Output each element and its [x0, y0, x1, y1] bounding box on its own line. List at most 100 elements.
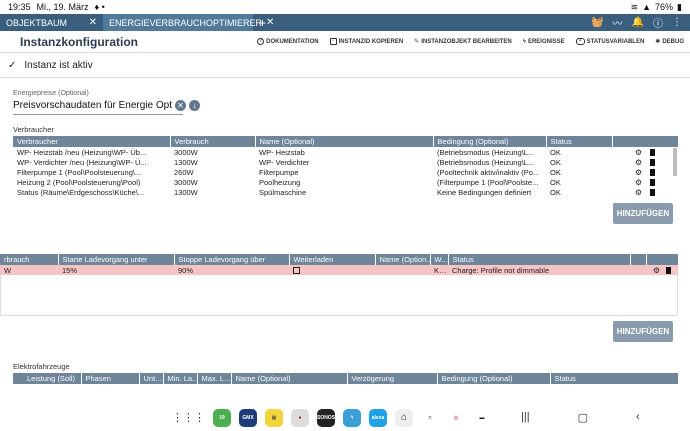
debug-button[interactable]: ✱ DEBUG	[655, 38, 684, 46]
column-header[interactable]: Phasen	[81, 373, 140, 384]
column-header[interactable]: Verbrauch	[170, 136, 256, 147]
table-header-row: Verbraucher Verbrauch Name (Optional) Be…	[13, 136, 679, 147]
bank-app-icon[interactable]: ▦	[265, 408, 283, 427]
column-header[interactable]: Unt...	[139, 373, 164, 384]
table-row[interactable]: W 15% 90% K... Charge: Profile not dimma…	[0, 265, 678, 275]
table-header-row: rbrauch Starte Ladevorgang unter Stoppe …	[0, 254, 679, 265]
column-header[interactable]: Starte Ladevorgang unter	[58, 254, 175, 265]
fiat-app-icon[interactable]: ▬	[473, 408, 491, 427]
column-header[interactable]: Name (Option...	[375, 254, 431, 265]
recents-icon[interactable]: |||	[521, 411, 530, 424]
copy-icon: ▫	[329, 38, 337, 45]
events-button[interactable]: ϟ EREIGNISSE	[523, 39, 565, 45]
trash-icon[interactable]	[650, 179, 656, 187]
column-header[interactable]: W...	[430, 254, 449, 265]
add-charging-button[interactable]: HINZUFÜGEN	[613, 321, 673, 342]
download-icon[interactable]: ↓	[188, 100, 200, 111]
gear-icon[interactable]: ⚙	[635, 148, 642, 157]
bug-icon: ✱	[655, 39, 661, 45]
table-row[interactable]: WP- Heizstab /neu (Heizung\WP- Üb... 3000…	[13, 147, 678, 157]
calendar-app-icon[interactable]: 19	[213, 408, 231, 427]
continue-charging-checkbox[interactable]	[293, 267, 300, 275]
column-header[interactable]: Name (Optional)	[255, 136, 434, 147]
notifications-icon[interactable]: 🔔	[632, 17, 644, 28]
info-icon[interactable]: ⓘ	[653, 15, 663, 30]
column-header[interactable]: Stoppe Ladevorgang über	[174, 254, 290, 265]
tab-label: ENERGIEVERBRAUCHOPTIMIERER	[109, 17, 263, 28]
energy-prices-select[interactable]: Preisvorschaudaten für Energie Opt ✕ ↓	[13, 100, 200, 111]
tab-bar: OBJEKTBAUM ✕ ENERGIEVERBRAUCHOPTIMIERER …	[0, 14, 690, 31]
column-header	[630, 254, 647, 265]
battery-icon: ▮	[677, 1, 682, 12]
clear-icon[interactable]: ✕	[174, 100, 186, 111]
tab-label: OBJEKTBAUM	[6, 17, 68, 28]
column-header[interactable]: Status	[448, 254, 631, 265]
column-header[interactable]: rbrauch	[0, 254, 59, 265]
status-variables-button[interactable]: • STATUSVARIABLEN	[575, 38, 644, 45]
app-dock: ⋮⋮⋮ 19 GMX ▦ ● SONOS ϟ alexa ⌂ ≈ ◎ ▬	[172, 408, 491, 427]
table-row[interactable]: Filterpumpe 1 (Pool\Poolsteuerung\... 260…	[13, 167, 678, 177]
gear-icon[interactable]: ⚙	[653, 266, 660, 275]
home-icon[interactable]: ▢	[578, 411, 588, 424]
activity-icon[interactable]: 〰	[613, 15, 623, 30]
instance-status-bar: ✓ Instanz ist aktiv	[0, 54, 690, 78]
column-header[interactable]: Max. L...	[197, 373, 232, 384]
copy-instance-id-button[interactable]: ▫ INSTANZID KOPIEREN	[329, 38, 403, 45]
vehicles-label: Elektrofahrzeuge	[13, 362, 70, 371]
bolt-icon: ϟ	[522, 38, 526, 45]
android-navigation-bar: ⋮⋮⋮ 19 GMX ▦ ● SONOS ϟ alexa ⌂ ≈ ◎ ▬ |||…	[0, 404, 690, 431]
add-consumer-button[interactable]: HINZUFÜGEN	[613, 203, 673, 224]
table-row[interactable]: Heizung 2 (Pool\Poolsteuerung\Pool) 3000W…	[13, 177, 678, 187]
column-header[interactable]: Leistung (Soll)	[13, 373, 82, 384]
table-row[interactable]: WP- Verdichter /neu (Heizung\WP- Ü... 130…	[13, 157, 678, 167]
gear-icon[interactable]: ⚙	[635, 158, 642, 167]
shop-icon[interactable]: 🧺	[591, 17, 603, 28]
battery-level: 76%	[655, 2, 674, 12]
close-icon[interactable]: ✕	[89, 17, 97, 28]
gwe-app-icon[interactable]: ≈	[421, 408, 439, 427]
column-header[interactable]: Weiterladen	[289, 254, 376, 265]
consumers-scrollbar[interactable]	[673, 148, 677, 176]
add-tab-icon[interactable]: +	[253, 14, 272, 31]
trash-icon[interactable]	[666, 267, 672, 275]
column-header[interactable]: Name (Optional)	[231, 373, 348, 384]
tab-energieverbrauchoptimierer[interactable]: ENERGIEVERBRAUCHOPTIMIERER ✕	[103, 14, 274, 31]
notification-icon: ♦ •	[94, 2, 105, 12]
sonos-app-icon[interactable]: SONOS	[317, 408, 335, 427]
apps-grid-icon[interactable]: ⋮⋮⋮	[172, 411, 205, 424]
trash-icon[interactable]	[650, 159, 656, 167]
column-header[interactable]: Bedingung (Optional)	[437, 373, 551, 384]
column-header[interactable]: Status	[550, 373, 679, 384]
gear-icon[interactable]: ⚙	[635, 168, 642, 177]
column-header[interactable]: Bedingung (Optional)	[433, 136, 547, 147]
documentation-button[interactable]: ? DOKUMENTATION	[257, 38, 319, 45]
record-app-icon[interactable]: ●	[291, 408, 309, 427]
trash-icon[interactable]	[650, 149, 656, 157]
app-icon[interactable]: ◎	[447, 408, 465, 427]
column-header[interactable]: Min. La...	[163, 373, 198, 384]
field-underline	[13, 114, 183, 115]
gear-icon[interactable]: ⚙	[635, 178, 642, 187]
table-row[interactable]: Status (Räume\Erdgeschoss\Küche\... 1300W…	[13, 187, 678, 197]
gmx-app-icon[interactable]: GMX	[239, 408, 257, 427]
column-header[interactable]: Verzögerung	[347, 373, 438, 384]
back-icon[interactable]: ‹	[636, 411, 640, 424]
tab-objektbaum[interactable]: OBJEKTBAUM ✕	[0, 14, 103, 31]
edit-instance-button[interactable]: ✎ INSTANZOBJEKT BEARBEITEN	[414, 38, 512, 46]
column-header	[646, 254, 679, 265]
alexa-app-icon[interactable]: alexa	[369, 408, 387, 427]
symcon-app-icon[interactable]: ϟ	[343, 408, 361, 427]
system-status-bar: 19:35 Mi., 19. März ♦ • ≋ ▲ 76% ▮	[0, 0, 690, 14]
edit-icon: ✎	[414, 39, 420, 45]
trash-icon[interactable]	[650, 189, 656, 197]
trash-icon[interactable]	[650, 169, 656, 177]
energy-prices-label: Energiepreise (Optional)	[13, 90, 89, 97]
home-app-icon[interactable]: ⌂	[395, 408, 413, 427]
page-title: Instanzkonfiguration	[20, 34, 138, 49]
vehicles-table: Leistung (Soll) Phasen Unt... Min. La...…	[13, 373, 679, 384]
more-icon[interactable]: ⋮	[672, 17, 682, 28]
column-header[interactable]: Status	[546, 136, 613, 147]
column-header[interactable]: Verbraucher	[13, 136, 171, 147]
column-header	[612, 136, 679, 147]
gear-icon[interactable]: ⚙	[635, 188, 642, 197]
